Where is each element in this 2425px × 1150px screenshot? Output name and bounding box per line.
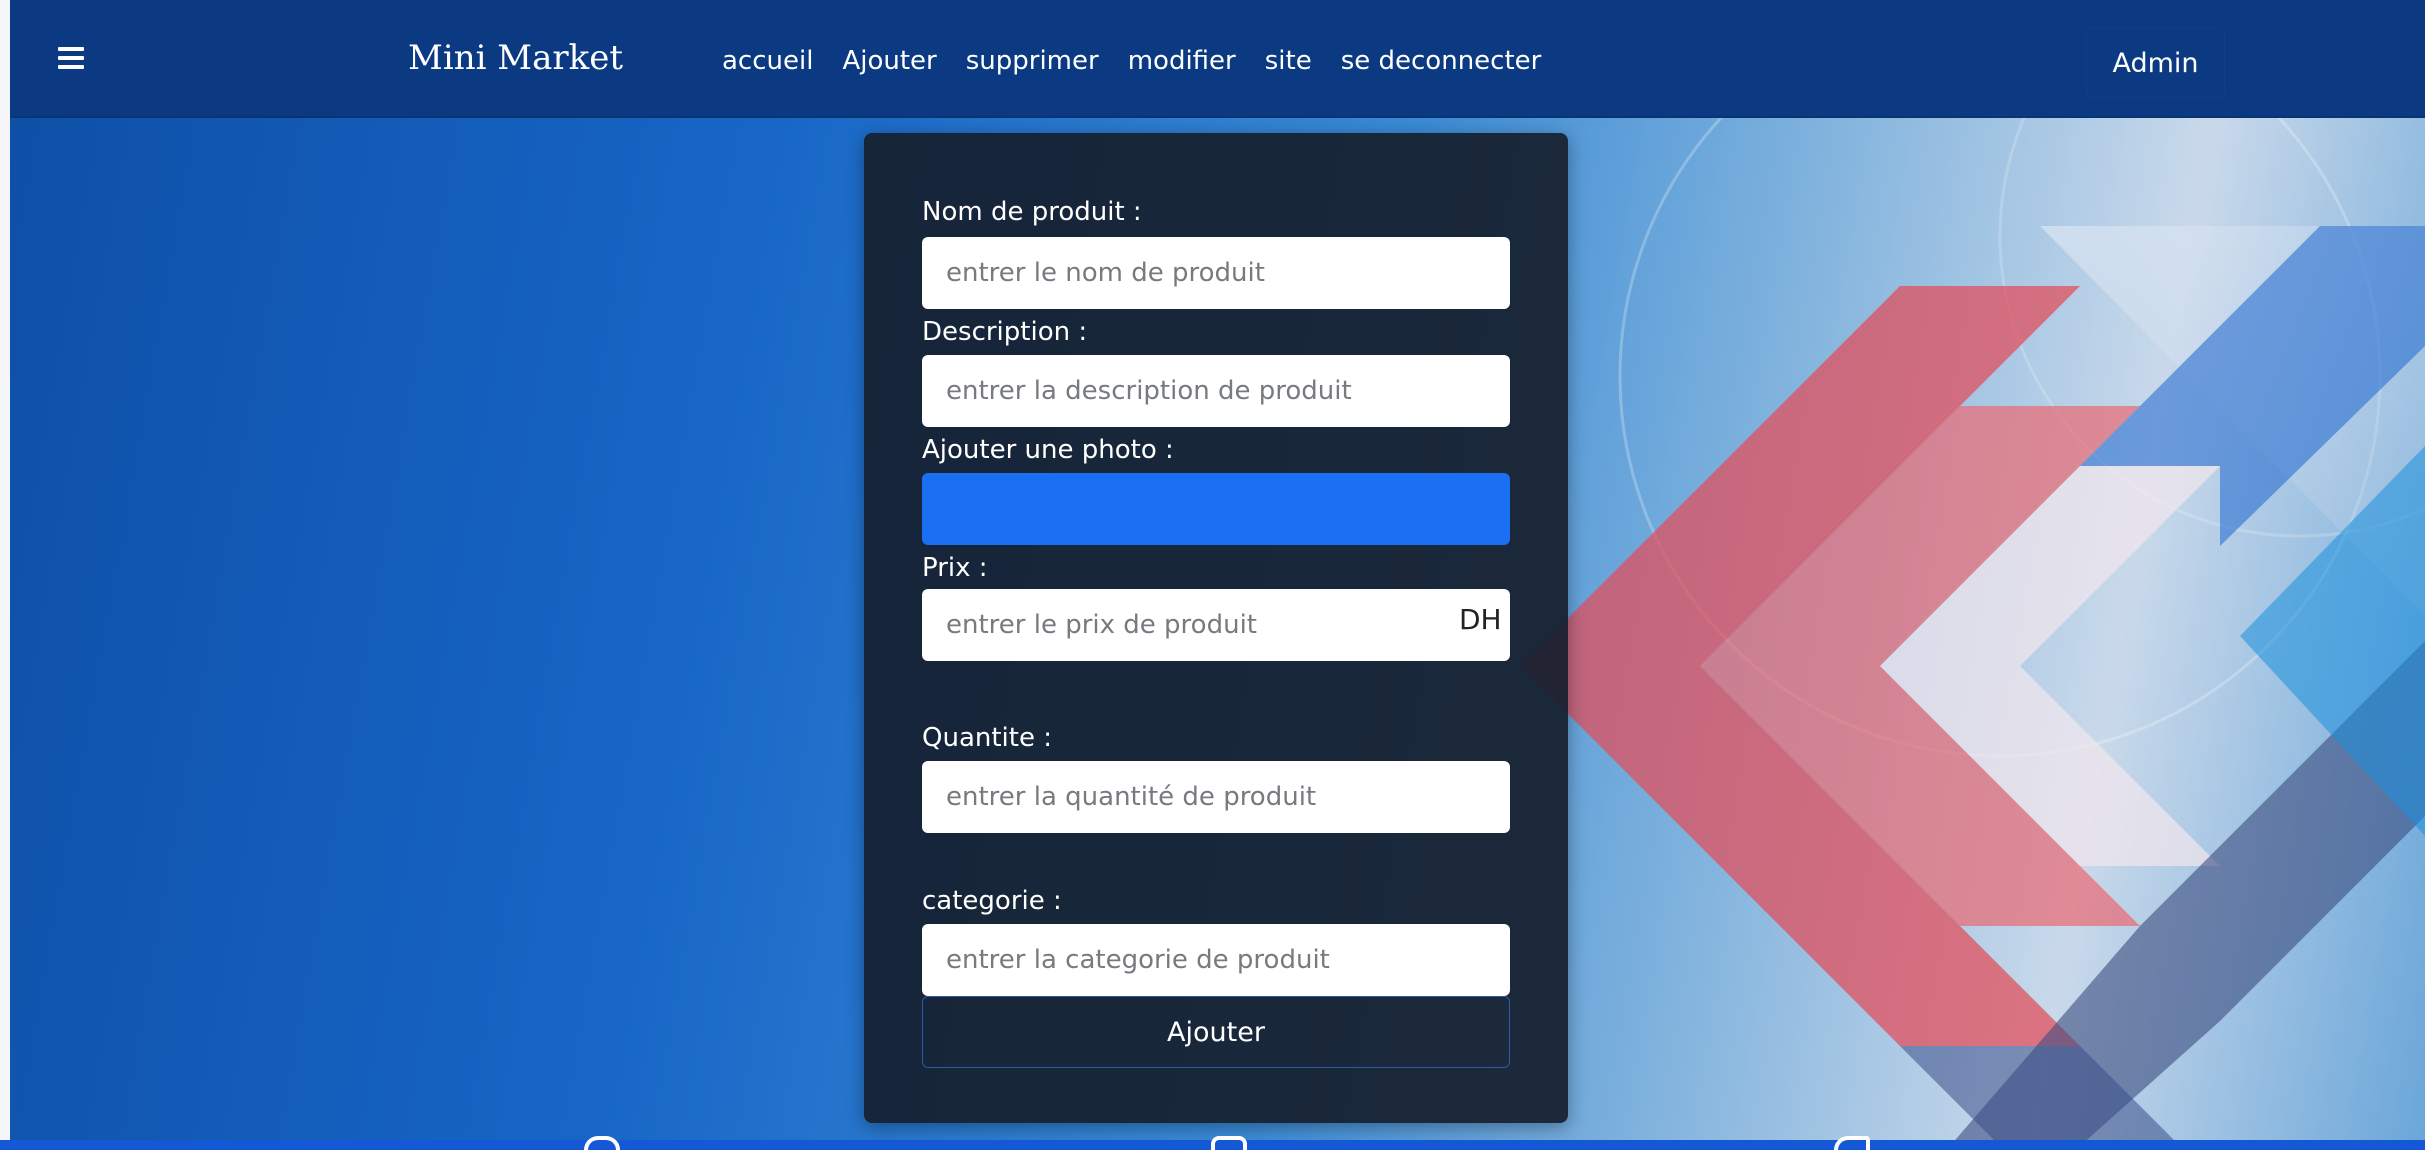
hamburger-icon[interactable] xyxy=(58,47,84,69)
nav-link-deconnecter[interactable]: se deconnecter xyxy=(1341,46,1542,76)
instagram-icon[interactable] xyxy=(1211,1136,1247,1150)
nav-links: accueil Ajouter supprimer modifier site … xyxy=(722,46,1570,76)
photo-upload-input[interactable] xyxy=(922,473,1510,545)
description-input[interactable] xyxy=(922,355,1510,427)
category-input[interactable] xyxy=(922,924,1510,996)
description-label: Description : xyxy=(922,317,1088,347)
price-input[interactable] xyxy=(922,589,1510,661)
price-label: Prix : xyxy=(922,553,988,583)
price-currency-suffix: DH xyxy=(1459,603,1502,636)
left-edge xyxy=(0,0,10,1150)
nav-link-supprimer[interactable]: supprimer xyxy=(966,46,1099,76)
product-name-input[interactable] xyxy=(922,237,1510,309)
navbar: Mini Market accueil Ajouter supprimer mo… xyxy=(10,0,2425,118)
product-name-label: Nom de produit : xyxy=(922,197,1142,227)
submit-button[interactable]: Ajouter xyxy=(922,996,1510,1068)
quantity-input[interactable] xyxy=(922,761,1510,833)
background-decoration xyxy=(1520,116,2425,1146)
nav-link-site[interactable]: site xyxy=(1265,46,1312,76)
quantity-label: Quantite : xyxy=(922,723,1052,753)
nav-link-accueil[interactable]: accueil xyxy=(722,46,813,76)
add-product-form: Nom de produit : Description : Ajouter u… xyxy=(864,133,1568,1123)
nav-link-modifier[interactable]: modifier xyxy=(1128,46,1236,76)
photo-label: Ajouter une photo : xyxy=(922,435,1174,465)
page: Mini Market accueil Ajouter supprimer mo… xyxy=(0,0,2425,1150)
brand-title[interactable]: Mini Market xyxy=(408,38,623,78)
nav-link-ajouter[interactable]: Ajouter xyxy=(842,46,936,76)
admin-button[interactable]: Admin xyxy=(2086,28,2225,98)
twitter-icon[interactable] xyxy=(1834,1136,1870,1150)
facebook-icon[interactable] xyxy=(584,1136,620,1150)
category-label: categorie : xyxy=(922,886,1062,916)
